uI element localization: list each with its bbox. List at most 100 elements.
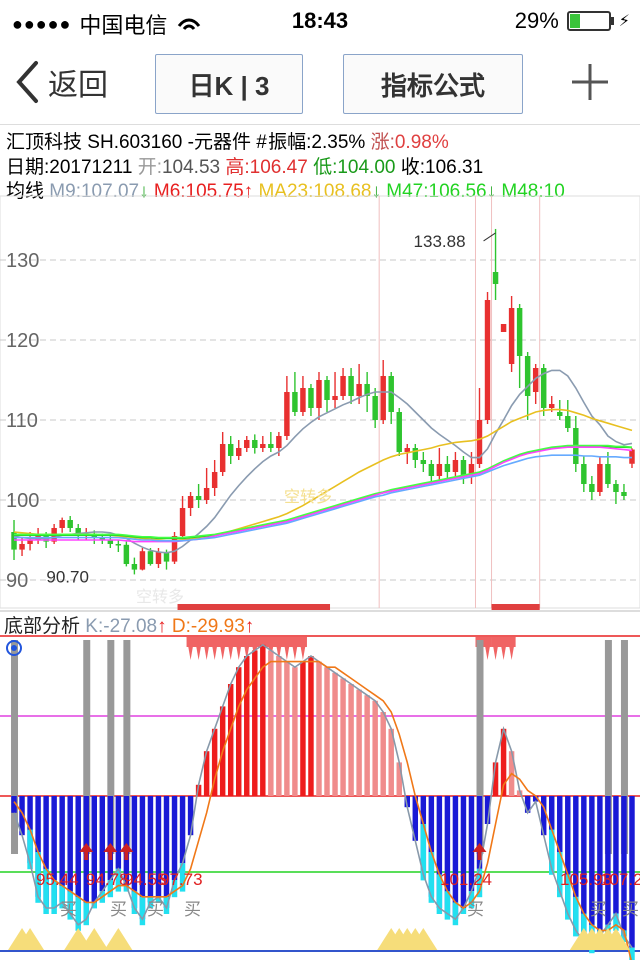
candle	[532, 364, 539, 404]
candle	[268, 432, 274, 452]
candle	[428, 460, 435, 484]
buy-arrow	[119, 843, 134, 860]
buy-label: 买	[60, 900, 77, 919]
candle	[236, 440, 242, 460]
candle	[621, 484, 627, 500]
signal-text: 空转多	[136, 588, 184, 606]
indicator-bar	[252, 650, 258, 796]
buy-arrow	[79, 843, 94, 860]
indicator-bar	[171, 796, 178, 880]
y-tick-label: 130	[6, 250, 39, 272]
candle	[300, 376, 306, 416]
buy-label: 买	[590, 900, 607, 919]
zone-marker	[491, 637, 516, 647]
candle	[332, 372, 338, 408]
indicator-d-line	[13, 660, 632, 960]
buy-label: 买	[467, 900, 484, 919]
indicator-bar	[380, 712, 386, 796]
candle	[123, 541, 130, 567]
candle	[260, 436, 266, 452]
indicator-bar	[372, 700, 378, 796]
buy-label: 买	[622, 900, 639, 919]
indicator-title: 底部分析 K:-27.08↑ D:-29.93↑	[4, 615, 254, 637]
y-tick-label: 110	[6, 410, 38, 432]
candle	[404, 444, 410, 464]
candle	[244, 436, 250, 452]
candle	[139, 548, 146, 571]
candle	[460, 456, 467, 484]
indicator-bar	[308, 656, 314, 796]
indicator-bar	[244, 656, 250, 796]
indicator-bar	[460, 796, 467, 908]
candle	[19, 538, 25, 556]
candle	[516, 304, 523, 388]
indicator-value-label: 94.78	[86, 870, 129, 889]
indicator-bar	[227, 684, 234, 796]
candle	[203, 468, 210, 504]
candle	[324, 376, 330, 412]
buy-arrow	[103, 843, 118, 860]
candle	[227, 436, 234, 464]
candle	[565, 400, 571, 432]
indicator-bar	[613, 796, 619, 914]
indicator-value-label: 107.28	[600, 870, 640, 889]
candle	[420, 452, 427, 472]
candle	[348, 368, 354, 404]
indicator-bar	[340, 678, 346, 796]
indicator-bar	[348, 684, 354, 796]
candle	[211, 460, 218, 496]
candle	[284, 376, 290, 440]
candle	[492, 228, 499, 300]
indicator-bar	[300, 661, 306, 796]
indicator-bar	[284, 661, 290, 796]
signal-strip	[491, 604, 540, 610]
candle	[372, 388, 378, 428]
indicator-value-label: 101.24	[440, 870, 492, 889]
candle	[597, 456, 603, 496]
indicator-bar	[236, 667, 242, 796]
y-tick-label: 120	[6, 330, 39, 352]
indicator-bar	[364, 695, 370, 796]
y-tick-label: 100	[6, 490, 39, 512]
indicator-bar	[187, 796, 194, 836]
candle	[252, 434, 258, 454]
candle	[195, 484, 202, 508]
indicator-bar	[292, 667, 298, 796]
min-price-label: 90.70	[46, 567, 89, 586]
y-tick-label: 90	[6, 570, 28, 592]
indicator-bar	[268, 650, 274, 796]
buy-label: 买	[110, 900, 127, 919]
buy-label: 买	[147, 900, 164, 919]
candle	[316, 372, 322, 420]
buy-label: 买	[184, 900, 201, 919]
candle	[412, 444, 419, 468]
candle	[67, 516, 73, 532]
candle	[364, 372, 370, 412]
indicator-value-label: 97.73	[160, 870, 203, 889]
signal-text: 空转多	[284, 488, 332, 506]
max-price-label: 133.88	[414, 232, 466, 251]
indicator-value-label: 95.44	[36, 870, 79, 889]
candle	[187, 492, 194, 516]
candle	[444, 456, 451, 480]
candle	[436, 448, 443, 480]
candle	[508, 296, 515, 372]
candle	[484, 292, 491, 424]
indicator-bar	[115, 796, 122, 869]
indicator-bar	[356, 689, 362, 796]
candle	[573, 416, 579, 472]
indicator-cross-bar	[139, 896, 146, 926]
kline-chart[interactable]: 13012011010090133.8890.70空转多空转多底部分析 K:-2…	[0, 0, 640, 960]
candle	[540, 364, 547, 416]
indicator-bar	[324, 667, 330, 796]
indicator-bar	[316, 661, 322, 796]
signal-strip	[177, 604, 331, 610]
candle	[131, 557, 138, 575]
indicator-bar	[396, 762, 402, 796]
zone-marker	[186, 637, 307, 647]
candle	[396, 408, 402, 456]
indicator-bar	[107, 796, 114, 880]
candle	[589, 476, 595, 500]
candle	[581, 456, 587, 492]
candle	[219, 432, 226, 476]
